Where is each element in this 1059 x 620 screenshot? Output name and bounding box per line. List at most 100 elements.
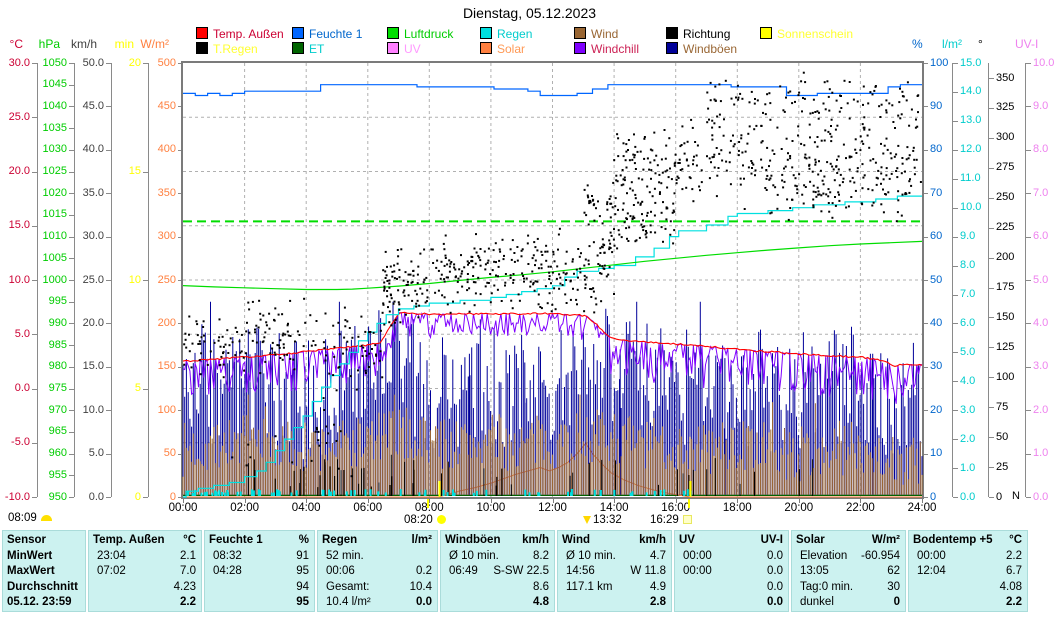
legend-label: Regen	[497, 27, 532, 41]
axis-tick	[953, 295, 958, 296]
axis-tick-label: 1005	[17, 253, 67, 264]
legend-item-sonnenschein: Sonnenschein	[760, 27, 853, 40]
x-axis-tick	[860, 499, 861, 503]
sensor-unit: km/h	[522, 533, 549, 548]
legend-item-temp-au-en: Temp. Außen	[196, 27, 284, 40]
table-data-row: Tag:0 min. 30	[792, 580, 905, 595]
table-row-label-text: Durchschnitt	[7, 580, 78, 595]
table-panel-header: Bodentemp +5°C	[909, 533, 1027, 548]
axis-tick	[69, 128, 74, 129]
axis-tick-label: 90	[930, 101, 980, 112]
legend-label: Richtung	[683, 27, 730, 41]
axis-tick	[1026, 497, 1031, 498]
axis-tick	[953, 468, 958, 469]
axis-tick	[106, 150, 111, 151]
table-data-row: 117.1 km4.9	[558, 580, 671, 595]
plot-area	[181, 61, 924, 499]
axis-line-l/m²	[952, 63, 953, 497]
axis-tick	[953, 381, 958, 382]
solar-noon-marker: 13:32	[583, 514, 622, 526]
sensor-unit: km/h	[639, 533, 666, 548]
legend-swatch	[387, 27, 399, 39]
cell-value: 4.08	[1000, 580, 1022, 595]
axis-tick-label: 5.0	[54, 448, 104, 459]
legend-label: Wind	[591, 27, 618, 41]
cell-label: Tag:0 min.	[800, 580, 853, 595]
cell-value: 4.7	[650, 549, 666, 564]
legend-swatch	[196, 42, 208, 54]
axis-tick	[106, 237, 111, 238]
table-data-row: 4.23	[89, 580, 201, 595]
axis-tick-label: 10.0	[960, 202, 1010, 213]
sensor-unit: °C	[183, 533, 196, 548]
axis-tick	[106, 193, 111, 194]
sensor-name: Bodentemp +5	[913, 533, 993, 548]
table-data-row: Ø 10 min.4.7	[558, 549, 671, 564]
sensor-name: Feuchte 1	[209, 533, 263, 548]
legend-item-windb-en: Windböen	[666, 42, 737, 55]
legend-label: T.Regen	[213, 42, 258, 56]
table-data-row: 07:027.0	[89, 564, 201, 579]
axis-tick-label: 150	[126, 361, 176, 372]
page-title: Dienstag, 05.12.2023	[0, 5, 1059, 21]
axis-tick-label: 400	[126, 144, 176, 155]
axis-line-°	[988, 63, 989, 497]
legend-label: Windchill	[591, 42, 639, 56]
axis-tick-label: 200	[996, 252, 1046, 263]
axis-tick	[1026, 193, 1031, 194]
arrow-down-icon	[583, 516, 591, 524]
axis-tick-label: 6.0	[1033, 231, 1059, 242]
table-data-row: 94	[205, 580, 314, 595]
table-data-row: 2.8	[558, 595, 671, 610]
cell-value: 30	[887, 580, 900, 595]
cell-value: 62	[887, 564, 900, 579]
legend-swatch	[196, 27, 208, 39]
cell-value: 7.0	[180, 564, 196, 579]
axis-tick-label: 8.0	[1033, 144, 1059, 155]
table-data-row: 00:000.0	[675, 564, 788, 579]
table-data-row: 95	[205, 595, 314, 610]
axis-tick	[69, 389, 74, 390]
axis-tick	[953, 352, 958, 353]
axis-tick	[32, 117, 37, 118]
table-data-row: 00:002.2	[909, 549, 1027, 564]
table-data-row: 00:060.2	[318, 564, 437, 579]
table-data-row: 12:046.7	[909, 564, 1027, 579]
table-row-label-panel: SensorMinWertMaxWertDurchschnitt05.12. 2…	[2, 530, 86, 612]
legend-item-et: ET	[292, 42, 324, 55]
legend-swatch	[480, 42, 492, 54]
axis-tick	[989, 108, 994, 109]
axis-tick	[953, 237, 958, 238]
axis-tick-label: 4.0	[1033, 318, 1059, 329]
cell-value: 0.0	[767, 580, 783, 595]
axis-tick-label: 25.0	[0, 112, 30, 123]
table-data-row: 8.6	[441, 580, 554, 595]
axis-tick	[143, 172, 148, 173]
legend-item-windchill: Windchill	[574, 42, 639, 55]
axis-tick-label: 3.0	[1033, 361, 1059, 372]
axis-tick-label: 13.0	[960, 115, 1010, 126]
cell-label: Elevation	[800, 549, 847, 564]
axis-tick-label: 25	[996, 462, 1046, 473]
axis-tick	[32, 226, 37, 227]
table-data-row: 2.2	[909, 595, 1027, 610]
table-data-row: 10.4 l/m²0.0	[318, 595, 437, 610]
axis-tick	[1026, 63, 1031, 64]
axis-tick	[953, 179, 958, 180]
x-axis-tick	[614, 499, 615, 503]
cell-value: 10.4	[410, 580, 432, 595]
axis-tick-label: 15.0	[960, 58, 1010, 69]
sun-axis-tick	[427, 499, 429, 508]
cell-value: 4.9	[650, 580, 666, 595]
axis-tick-label: 275	[996, 162, 1046, 173]
x-axis-tick	[491, 499, 492, 503]
table-panel-solar: SolarW/m²Elevation-60.95413:0562Tag:0 mi…	[791, 530, 906, 612]
table-data-row: 14:56W 11.8	[558, 564, 671, 579]
cell-value: 2.1	[180, 549, 196, 564]
table-panel-uv: UVUV-I00:000.000:000.00.00.0	[674, 530, 789, 612]
table-data-row: 0.0	[675, 580, 788, 595]
axis-tick	[69, 85, 74, 86]
cell-label: 13:05	[800, 564, 829, 579]
axis-tick-label: 14.0	[960, 86, 1010, 97]
cell-value: 0	[894, 595, 900, 610]
